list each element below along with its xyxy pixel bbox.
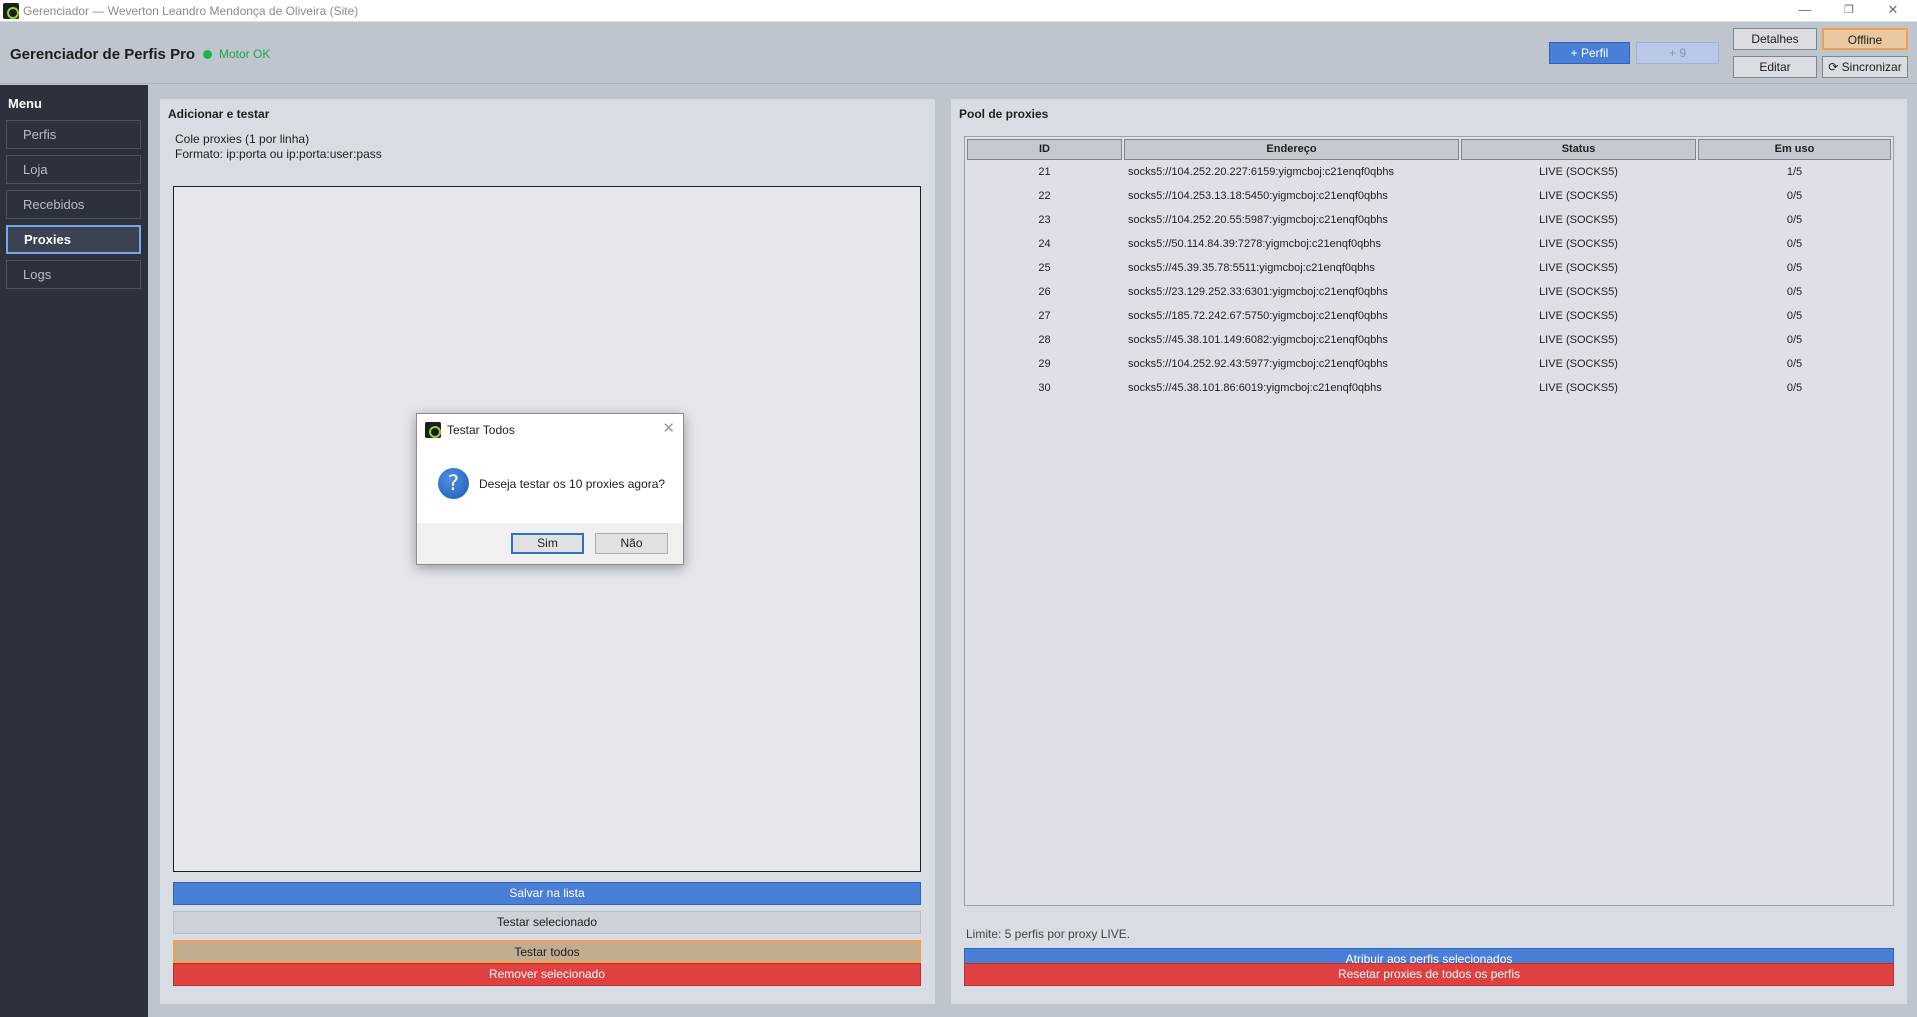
table-row[interactable]: 21 socks5://104.252.20.227:6159:yigmcboj… [967, 160, 1891, 184]
cell-id: 23 [1038, 214, 1051, 226]
cell-in-use: 0/5 [1786, 382, 1803, 394]
window-title: Gerenciador — Weverton Leandro Mendonça … [23, 4, 359, 18]
cell-in-use: 0/5 [1786, 214, 1803, 226]
dialog-title: Testar Todos [447, 423, 515, 437]
table-row[interactable]: 22 socks5://104.253.13.18:5450:yigmcboj:… [967, 184, 1891, 208]
table-row[interactable]: 23 socks5://104.252.20.55:5987:yigmcboj:… [967, 208, 1891, 232]
cell-address: socks5://104.252.92.43:5977:yigmcboj:c21… [1128, 358, 1388, 370]
proxy-limit-note: Limite: 5 perfis por proxy LIVE. [966, 927, 1131, 941]
cell-status: LIVE (SOCKS5) [1539, 214, 1618, 226]
cell-id: 25 [1038, 262, 1051, 274]
engine-status: Motor OK [219, 47, 271, 61]
test-selected-button[interactable]: Testar selecionado [173, 911, 921, 934]
table-row[interactable]: 27 socks5://185.72.242.67:5750:yigmcboj:… [967, 304, 1891, 328]
cell-in-use: 0/5 [1786, 238, 1803, 250]
question-icon: ? [438, 468, 469, 499]
yes-button[interactable]: Sim [511, 533, 584, 554]
cell-status: LIVE (SOCKS5) [1539, 190, 1618, 202]
cell-id: 26 [1038, 286, 1051, 298]
cell-status: LIVE (SOCKS5) [1539, 382, 1618, 394]
cell-id: 22 [1038, 190, 1051, 202]
table-row[interactable]: 24 socks5://50.114.84.39:7278:yigmcboj:c… [967, 232, 1891, 256]
cell-in-use: 0/5 [1786, 190, 1803, 202]
proxy-pool-title: Pool de proxies [959, 107, 1049, 121]
dialog-footer: Sim Não [417, 523, 683, 564]
sidebar-item-logs[interactable]: Logs [6, 260, 141, 289]
reset-all-profile-proxies-button[interactable]: Resetar proxies de todos os perfis [964, 963, 1894, 986]
cell-status: LIVE (SOCKS5) [1539, 310, 1618, 322]
dialog-close-icon[interactable]: ✕ [662, 419, 675, 437]
cell-id: 27 [1038, 310, 1051, 322]
confirm-dialog: Testar Todos ✕ ? Deseja testar os 10 pro… [416, 413, 684, 565]
cell-address: socks5://45.38.101.86:6019:yigmcboj:c21e… [1128, 382, 1382, 394]
cell-status: LIVE (SOCKS5) [1539, 286, 1618, 298]
cell-id: 24 [1038, 238, 1051, 250]
dialog-message: Deseja testar os 10 proxies agora? [479, 477, 666, 491]
sidebar-item-loja[interactable]: Loja [6, 155, 141, 184]
cell-address: socks5://50.114.84.39:7278:yigmcboj:c21e… [1128, 238, 1381, 250]
details-button[interactable]: Detalhes [1733, 28, 1817, 50]
paste-hint: Cole proxies (1 por linha) [175, 132, 310, 146]
proxy-pool-panel: Pool de proxies ID Endereço Status Em us… [951, 99, 1907, 1004]
cell-address: socks5://185.72.242.67:5750:yigmcboj:c21… [1128, 310, 1388, 322]
app-header: Gerenciador de Perfis Pro Motor OK + Per… [0, 22, 1917, 84]
add-profile-button[interactable]: + Perfil [1549, 42, 1630, 64]
dialog-app-icon [425, 422, 441, 438]
sidebar-item-perfis[interactable]: Perfis [6, 120, 141, 149]
proxy-table[interactable]: ID Endereço Status Em uso 21 socks5://10… [964, 136, 1894, 906]
table-row[interactable]: 29 socks5://104.252.92.43:5977:yigmcboj:… [967, 352, 1891, 376]
cell-address: socks5://104.253.13.18:5450:yigmcboj:c21… [1128, 190, 1388, 202]
format-hint: Formato: ip:porta ou ip:porta:user:pass [175, 147, 382, 161]
cell-id: 21 [1038, 166, 1051, 178]
table-row[interactable]: 26 socks5://23.129.252.33:6301:yigmcboj:… [967, 280, 1891, 304]
add-nine-button[interactable]: + 9 [1636, 42, 1719, 64]
offline-button[interactable]: Offline [1822, 28, 1908, 50]
cell-status: LIVE (SOCKS5) [1539, 358, 1618, 370]
app-title: Gerenciador de Perfis Pro [10, 46, 196, 63]
cell-address: socks5://45.38.101.149:6082:yigmcboj:c21… [1128, 334, 1388, 346]
cell-id: 30 [1038, 382, 1051, 394]
test-all-button[interactable]: Testar todos [173, 940, 921, 963]
column-header-status[interactable]: Status [1461, 139, 1696, 160]
table-header: ID Endereço Status Em uso [967, 139, 1891, 160]
cell-address: socks5://23.129.252.33:6301:yigmcboj:c21… [1128, 286, 1388, 298]
cell-id: 29 [1038, 358, 1051, 370]
sidebar: Menu Perfis Loja Recebidos Proxies Logs [0, 85, 148, 1017]
table-row[interactable]: 25 socks5://45.39.35.78:5511:yigmcboj:c2… [967, 256, 1891, 280]
cell-address: socks5://45.39.35.78:5511:yigmcboj:c21en… [1128, 262, 1375, 274]
window-titlebar: Gerenciador — Weverton Leandro Mendonça … [0, 0, 1917, 22]
add-test-panel-title: Adicionar e testar [168, 107, 270, 121]
column-header-in-use[interactable]: Em uso [1698, 139, 1891, 160]
column-header-id[interactable]: ID [967, 139, 1122, 160]
cell-id: 28 [1038, 334, 1051, 346]
cell-status: LIVE (SOCKS5) [1539, 334, 1618, 346]
cell-status: LIVE (SOCKS5) [1539, 238, 1618, 250]
cell-in-use: 0/5 [1786, 286, 1803, 298]
cell-in-use: 0/5 [1786, 262, 1803, 274]
column-header-address[interactable]: Endereço [1124, 139, 1459, 160]
cell-address: socks5://104.252.20.227:6159:yigmcboj:c2… [1128, 166, 1395, 178]
cell-in-use: 0/5 [1786, 310, 1803, 322]
table-row[interactable]: 28 socks5://45.38.101.149:6082:yigmcboj:… [967, 328, 1891, 352]
table-row[interactable]: 30 socks5://45.38.101.86:6019:yigmcboj:c… [967, 376, 1891, 400]
minimize-button[interactable]: — [1783, 1, 1827, 21]
sidebar-title: Menu [8, 96, 42, 111]
cell-in-use: 0/5 [1786, 358, 1803, 370]
sync-button[interactable]: ⟳ Sincronizar [1822, 56, 1908, 78]
restore-button[interactable]: ❐ [1827, 1, 1871, 21]
cell-address: socks5://104.252.20.55:5987:yigmcboj:c21… [1128, 214, 1388, 226]
sidebar-item-recebidos[interactable]: Recebidos [6, 190, 141, 219]
cell-in-use: 0/5 [1786, 334, 1803, 346]
sidebar-item-proxies[interactable]: Proxies [6, 225, 141, 254]
close-window-button[interactable]: ✕ [1871, 1, 1915, 21]
cell-in-use: 1/5 [1786, 166, 1803, 178]
remove-selected-button[interactable]: Remover selecionado [173, 963, 921, 986]
cell-status: LIVE (SOCKS5) [1539, 166, 1618, 178]
engine-status-dot-icon [203, 50, 212, 59]
app-logo-icon [3, 3, 19, 19]
edit-button[interactable]: Editar [1733, 56, 1817, 78]
save-to-list-button[interactable]: Salvar na lista [173, 882, 921, 905]
no-button[interactable]: Não [595, 533, 668, 554]
cell-status: LIVE (SOCKS5) [1539, 262, 1618, 274]
